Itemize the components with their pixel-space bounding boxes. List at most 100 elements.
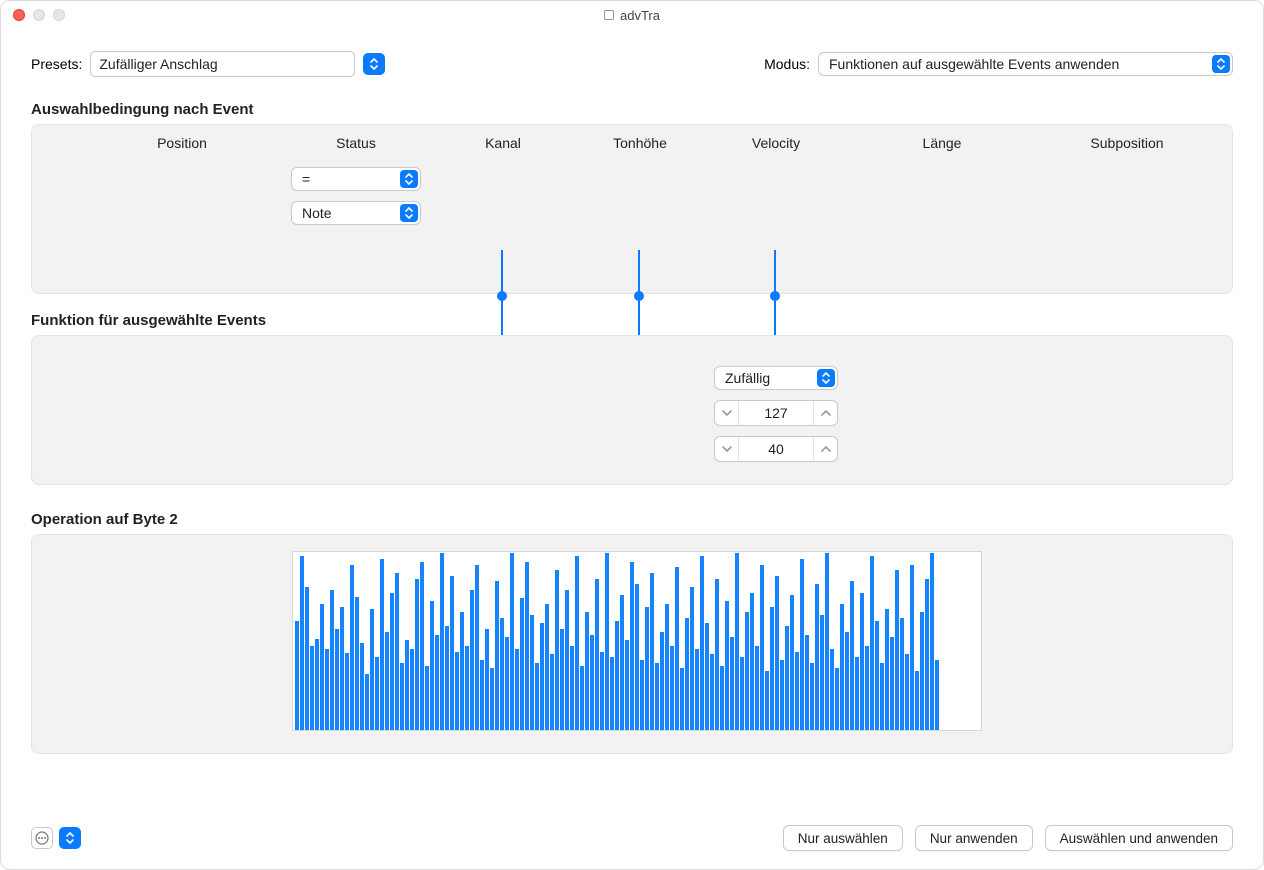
chart-bar <box>315 639 319 730</box>
chart-bar <box>935 660 939 730</box>
velocity-mode-select[interactable]: Zufällig <box>714 366 838 390</box>
velocity-max-stepper[interactable]: 127 <box>714 400 838 426</box>
modus-label: Modus: <box>764 56 810 72</box>
chart-bar <box>905 654 909 730</box>
chart-bar <box>400 663 404 730</box>
status-compare-value: = <box>302 171 310 187</box>
chart-bar <box>700 556 704 730</box>
updown-icon <box>400 204 418 222</box>
chart-bar <box>830 649 834 730</box>
chevron-up-icon[interactable] <box>813 401 837 425</box>
preset-name-input[interactable]: Zufälliger Anschlag <box>90 51 355 77</box>
preset-menu-button[interactable] <box>363 53 385 75</box>
select-and-apply-button[interactable]: Auswählen und anwenden <box>1045 825 1233 851</box>
col-kanal: Kanal <box>485 135 521 151</box>
chart-bar <box>440 553 444 730</box>
chart-bar <box>875 621 879 730</box>
chart-bar <box>615 621 619 730</box>
presets-label: Presets: <box>31 56 82 72</box>
chevron-down-icon[interactable] <box>715 437 739 461</box>
status-compare-select[interactable]: = <box>291 167 421 191</box>
chart-bar <box>755 646 759 730</box>
chart-bar <box>710 654 714 730</box>
chart-bar <box>445 626 449 730</box>
chart-bar <box>695 649 699 730</box>
chart-bar <box>780 660 784 730</box>
top-row: Presets: Zufälliger Anschlag Modus: Funk… <box>31 51 1233 77</box>
chart-bar <box>310 646 314 730</box>
chart-bar <box>560 629 564 730</box>
chart-bar <box>410 649 414 730</box>
chart-bar <box>370 609 374 730</box>
connector-handle-kanal[interactable] <box>497 291 507 301</box>
chart-bar <box>525 562 529 730</box>
col-laenge: Länge <box>923 135 962 151</box>
chart-bar <box>345 653 349 730</box>
chart-bar <box>425 666 429 730</box>
chart-bar <box>840 604 844 730</box>
byte2-chart <box>292 551 982 731</box>
chart-bar <box>605 553 609 730</box>
function-panel: Zufällig 127 <box>31 335 1233 485</box>
chart-bar <box>295 621 299 730</box>
chart-bar <box>340 607 344 730</box>
chart-bar <box>845 632 849 730</box>
chevron-up-icon[interactable] <box>813 437 837 461</box>
ellipsis-icon <box>35 831 49 845</box>
chart-bar <box>555 570 559 730</box>
chart-bar <box>690 587 694 730</box>
chart-bar <box>550 654 554 730</box>
app-window: advTra Presets: Zufälliger Anschlag Modu… <box>0 0 1264 870</box>
chart-bar <box>675 567 679 730</box>
velocity-mode-value: Zufällig <box>725 370 770 386</box>
condition-section-title: Auswahlbedingung nach Event <box>31 101 1233 118</box>
chart-bar <box>595 579 599 730</box>
chart-bar <box>350 565 354 730</box>
chart-bar <box>760 565 764 730</box>
chart-bar <box>385 632 389 730</box>
updown-icon <box>400 170 418 188</box>
apply-only-button[interactable]: Nur anwenden <box>915 825 1033 851</box>
chart-bar <box>505 637 509 730</box>
chart-bar <box>620 595 624 730</box>
preset-name-value: Zufälliger Anschlag <box>99 56 217 72</box>
chart-bar <box>850 581 854 730</box>
chart-bar <box>800 559 804 730</box>
velocity-min-stepper[interactable]: 40 <box>714 436 838 462</box>
connector-handle-velocity[interactable] <box>770 291 780 301</box>
chart-bar <box>720 666 724 730</box>
more-actions-menu-button[interactable] <box>59 827 81 849</box>
chart-bar <box>330 590 334 730</box>
chart-bar <box>305 587 309 730</box>
chart-bar <box>465 646 469 730</box>
updown-icon <box>369 58 379 70</box>
chart-bar <box>610 657 614 730</box>
connector-handle-tonhoehe[interactable] <box>634 291 644 301</box>
chart-bar <box>585 612 589 730</box>
chart-bar <box>430 601 434 730</box>
chart-bar <box>820 615 824 730</box>
chart-bar <box>795 652 799 730</box>
chevron-down-icon[interactable] <box>715 401 739 425</box>
chart-bar <box>770 607 774 730</box>
modus-select[interactable]: Funktionen auf ausgewählte Events anwend… <box>818 52 1233 76</box>
more-actions-button[interactable] <box>31 827 53 849</box>
select-only-button[interactable]: Nur auswählen <box>783 825 903 851</box>
chart-bar <box>715 579 719 730</box>
chart-bar <box>545 604 549 730</box>
chart-bar <box>685 618 689 730</box>
chart-bar <box>775 576 779 730</box>
chart-bar <box>725 601 729 730</box>
chart-bar <box>790 595 794 730</box>
chart-bar <box>470 590 474 730</box>
chart-bar <box>460 612 464 730</box>
chart-bar <box>730 637 734 730</box>
chart-bar <box>815 584 819 730</box>
chart-bar <box>500 618 504 730</box>
chart-bar <box>750 593 754 730</box>
chart-bar <box>630 562 634 730</box>
chart-bar <box>520 598 524 730</box>
col-tonhoehe: Tonhöhe <box>613 135 667 151</box>
chart-bar <box>645 607 649 730</box>
status-type-select[interactable]: Note <box>291 201 421 225</box>
